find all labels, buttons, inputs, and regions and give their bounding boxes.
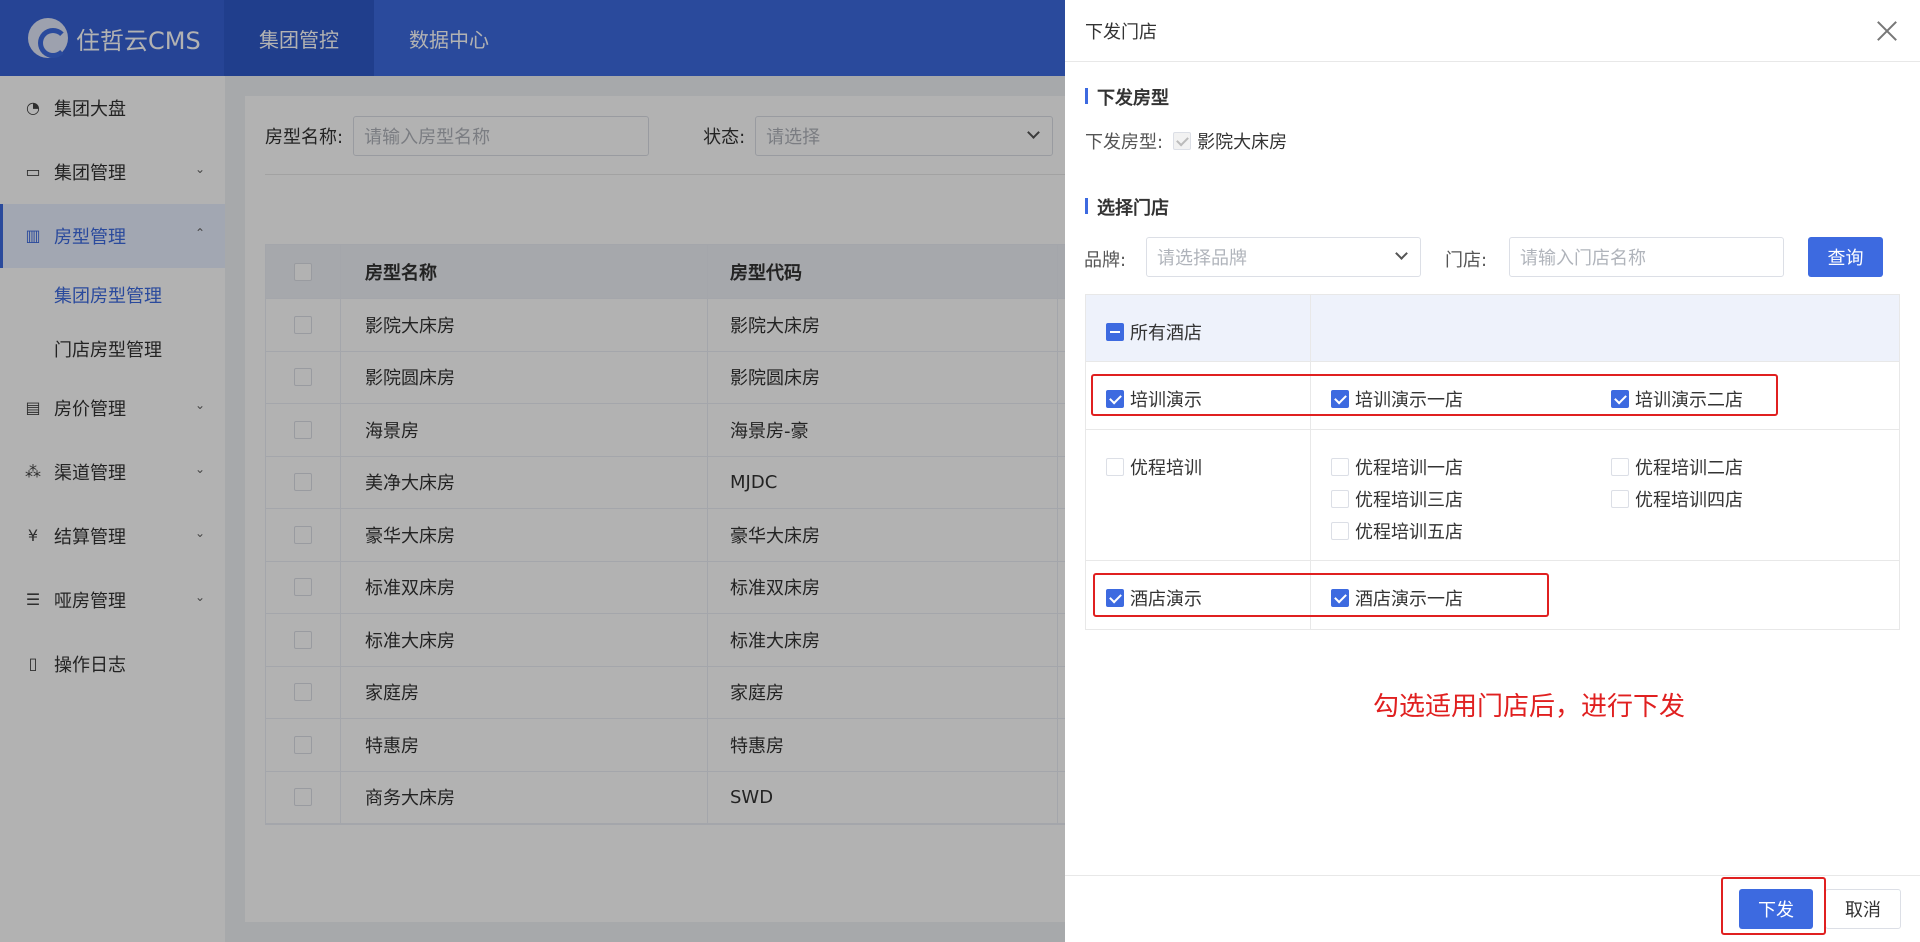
query-button[interactable]: 查询	[1808, 237, 1883, 277]
store-label: 优程培训五店	[1355, 522, 1463, 543]
highlight-box	[1093, 573, 1549, 617]
group-label: 优程培训	[1130, 458, 1202, 479]
group-checkbox[interactable]	[1106, 458, 1124, 476]
store-checkbox[interactable]	[1611, 490, 1629, 508]
store-checkbox[interactable]	[1331, 490, 1349, 508]
highlight-box	[1091, 374, 1778, 416]
cancel-button[interactable]: 取消	[1825, 889, 1901, 929]
highlight-box	[1721, 877, 1826, 935]
brand-select-placeholder: 请选择品牌	[1157, 248, 1247, 269]
room-type-label: 下发房型:	[1085, 132, 1164, 153]
store-name-input[interactable]: 请输入门店名称	[1509, 237, 1784, 277]
store-option[interactable]: 优程培训三店	[1331, 486, 1463, 512]
group-option-youcheng-training[interactable]: 优程培训	[1106, 454, 1202, 480]
store-label: 门店:	[1445, 250, 1488, 271]
store-option[interactable]: 优程培训五店	[1331, 518, 1463, 544]
store-table-header: 所有酒店	[1086, 295, 1899, 362]
section-title-select-stores: 选择门店	[1085, 194, 1169, 220]
store-checkbox[interactable]	[1611, 458, 1629, 476]
store-label: 优程培训四店	[1635, 490, 1743, 511]
all-hotels-option[interactable]: 所有酒店	[1106, 319, 1202, 345]
brand-label: 品牌:	[1084, 250, 1127, 271]
store-option[interactable]: 优程培训一店	[1331, 454, 1463, 480]
room-type-value: 影院大床房	[1197, 132, 1288, 153]
section-title-room-type: 下发房型	[1085, 84, 1169, 110]
annotation-text: 勾选适用门店后，进行下发	[1373, 692, 1686, 722]
close-icon[interactable]	[1876, 20, 1898, 42]
store-option[interactable]: 优程培训二店	[1611, 454, 1743, 480]
drawer-title: 下发门店	[1085, 21, 1157, 43]
chevron-down-icon	[1395, 247, 1408, 260]
brand-select[interactable]: 请选择品牌	[1146, 237, 1421, 277]
store-checkbox[interactable]	[1331, 522, 1349, 540]
store-label: 优程培训一店	[1355, 458, 1463, 479]
all-hotels-label: 所有酒店	[1130, 323, 1202, 344]
room-type-checkbox	[1173, 132, 1192, 150]
drawer-header: 下发门店	[1065, 0, 1920, 62]
store-label: 优程培训二店	[1635, 458, 1743, 479]
store-checkbox[interactable]	[1331, 458, 1349, 476]
room-type-row: 下发房型: 影院大床房	[1085, 128, 1287, 154]
store-group-row: 优程培训 优程培训一店 优程培训二店 优程培训三店 优程培训四店 优程培训五店	[1086, 430, 1899, 561]
distribute-stores-drawer: 下发门店 下发房型 下发房型: 影院大床房 选择门店 品牌: 请选择品牌 门店:…	[1065, 0, 1920, 942]
store-label: 优程培训三店	[1355, 490, 1463, 511]
all-hotels-checkbox[interactable]	[1106, 323, 1124, 341]
store-option[interactable]: 优程培训四店	[1611, 486, 1743, 512]
